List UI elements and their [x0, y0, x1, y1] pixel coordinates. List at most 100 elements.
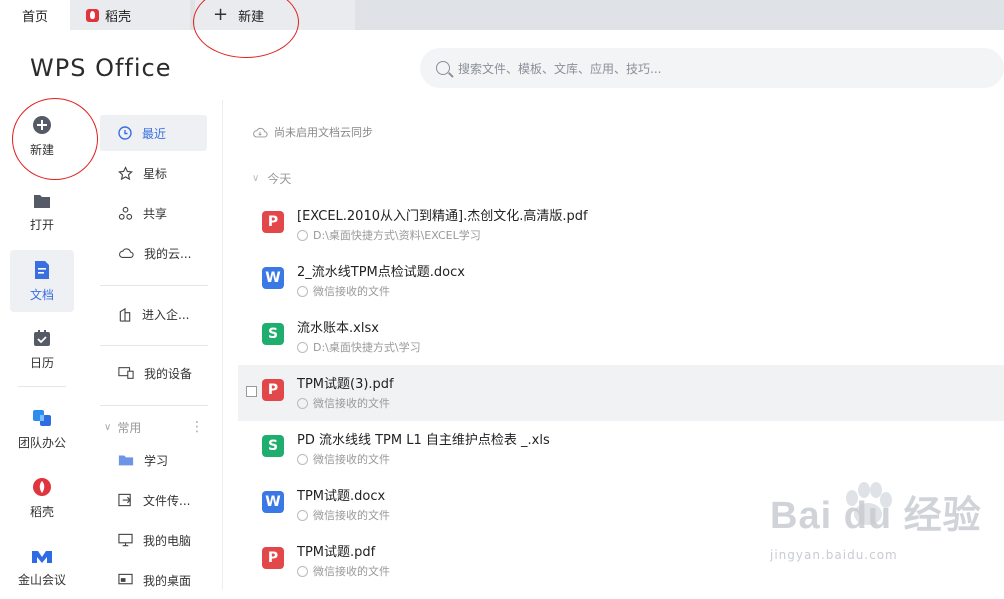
leftbar-docs[interactable]: 文档 — [10, 250, 74, 312]
file-path: 微信接收的文件 — [297, 395, 390, 411]
subnav-divider — [100, 405, 208, 406]
daoke-icon — [86, 8, 99, 22]
subnav-starred[interactable]: 星标 — [100, 155, 207, 191]
cloud-status-icon — [297, 509, 308, 521]
annotation-circle — [193, 0, 299, 58]
cloud-icon — [119, 248, 134, 258]
file-row[interactable]: P TPM试题(3).pdf 微信接收的文件 — [238, 365, 1004, 421]
file-row[interactable]: S PD 流水线线 TPM L1 自主维护点检表 _.xls 微信接收的文件 — [238, 421, 1004, 477]
leftbar-team-label: 团队办公 — [17, 435, 66, 450]
pdf-file-icon: P — [262, 547, 284, 569]
file-path: D:\桌面快捷方式\学习 — [297, 339, 421, 355]
file-row[interactable]: W 2_流水线TPM点检试题.docx 微信接收的文件 — [238, 253, 1004, 309]
team-icon — [33, 409, 51, 426]
subnav-common-label: 文件传... — [143, 493, 191, 508]
file-name: PD 流水线线 TPM L1 自主维护点检表 _.xls — [297, 433, 550, 448]
file-path-text: 微信接收的文件 — [313, 509, 390, 522]
subnav-common-label: 我的电脑 — [143, 533, 192, 548]
cloud-status-icon — [297, 453, 308, 465]
folder-icon — [34, 194, 50, 208]
chevron-down-icon: ∨ — [252, 173, 260, 184]
file-row[interactable]: P [EXCEL.2010从入门到精通].杰创文化.高清版.pdf D:\桌面快捷方… — [238, 197, 1004, 253]
file-path: 微信接收的文件 — [297, 507, 390, 523]
daoke-icon — [33, 477, 51, 496]
word-file-icon: W — [262, 267, 284, 289]
file-path: 微信接收的文件 — [297, 563, 390, 579]
subnav-common-transfer[interactable]: 文件传... — [100, 482, 207, 518]
leftbar-docs-label: 文档 — [29, 287, 54, 302]
watermark-url: jingyan.baidu.com — [770, 548, 898, 562]
pdf-file-icon: P — [262, 211, 284, 233]
cloud-sync-icon — [253, 127, 268, 137]
leftbar-team[interactable]: 团队办公 — [10, 398, 74, 460]
file-path-text: 微信接收的文件 — [313, 397, 390, 410]
tab-daoke[interactable]: 稻壳 — [70, 0, 190, 30]
sync-notice-label: 尚未启用文档云同步 — [274, 126, 373, 139]
subnav-shared-label: 共享 — [143, 206, 168, 221]
file-path-text: D:\桌面快捷方式\资料\EXCEL学习 — [313, 229, 481, 242]
pdf-file-icon: P — [262, 379, 284, 401]
file-path-text: D:\桌面快捷方式\学习 — [313, 341, 421, 354]
sheet-file-icon: S — [262, 435, 284, 457]
subnav-common-study[interactable]: 学习 — [100, 442, 207, 478]
sub-nav: 最近 星标 共享 我的云... 进入企... 我的设备 ∨ 常用 ⋮ 学习 文件… — [100, 115, 208, 590]
chevron-down-icon: ∨ — [104, 421, 112, 433]
meeting-icon — [32, 550, 52, 563]
subnav-common-label: 我的桌面 — [143, 573, 192, 588]
leftbar-daoke[interactable]: 稻壳 — [10, 467, 74, 529]
subnav-my-cloud-label: 我的云... — [144, 246, 192, 261]
leftbar-daoke-label: 稻壳 — [29, 504, 54, 519]
leftbar-calendar[interactable]: 日历 — [10, 318, 74, 380]
subnav-my-devices[interactable]: 我的设备 — [100, 355, 207, 391]
file-path-text: 微信接收的文件 — [313, 565, 390, 578]
common-header[interactable]: ∨ 常用 ⋮ — [104, 415, 204, 439]
tab-bar: 首页 稻壳 + 新建 — [0, 0, 1004, 30]
subnav-enterprise-label: 进入企... — [142, 307, 190, 322]
word-file-icon: W — [262, 491, 284, 513]
tab-home-label: 首页 — [21, 9, 48, 25]
file-transfer-icon — [118, 493, 131, 507]
sync-notice[interactable]: 尚未启用文档云同步 — [252, 124, 373, 140]
share-icon — [118, 206, 133, 220]
building-icon — [119, 307, 131, 322]
star-icon — [118, 165, 133, 180]
cloud-status-icon — [297, 285, 308, 297]
more-icon[interactable]: ⋮ — [190, 419, 204, 435]
subnav-divider — [100, 285, 208, 286]
file-name: 2_流水线TPM点检试题.docx — [297, 265, 465, 280]
leftbar-meeting-label: 金山会议 — [17, 572, 66, 587]
tab-daoke-label: 稻壳 — [105, 9, 132, 25]
subnav-common-label: 学习 — [144, 453, 169, 468]
tab-home[interactable]: 首页 — [0, 0, 70, 30]
device-icon — [118, 367, 134, 379]
search-placeholder: 搜索文件、模板、文库、应用、技巧... — [458, 61, 662, 76]
subnav-common-my-desktop[interactable]: 我的桌面 — [100, 562, 207, 598]
subnav-recent-label: 最近 — [142, 126, 167, 141]
subnav-starred-label: 星标 — [143, 166, 168, 181]
search-bar[interactable]: 搜索文件、模板、文库、应用、技巧... — [420, 48, 1004, 88]
sheet-file-icon: S — [262, 323, 284, 345]
subnav-recent[interactable]: 最近 — [100, 115, 207, 151]
file-name: TPM试题.docx — [297, 489, 386, 504]
subnav-my-cloud[interactable]: 我的云... — [100, 235, 207, 271]
file-name: 流水账本.xlsx — [297, 321, 379, 336]
file-row[interactable]: S 流水账本.xlsx D:\桌面快捷方式\学习 — [238, 309, 1004, 365]
leftbar-open-label: 打开 — [29, 217, 54, 232]
subnav-common-my-computer[interactable]: 我的电脑 — [100, 522, 207, 558]
file-checkbox[interactable] — [246, 386, 257, 397]
watermark-brand: Bai du 经验 — [770, 495, 982, 537]
folder-icon — [118, 455, 134, 466]
leftbar-calendar-label: 日历 — [29, 355, 54, 370]
leftbar-open[interactable]: 打开 — [10, 181, 74, 243]
subnav-enterprise[interactable]: 进入企... — [100, 296, 207, 332]
file-path-text: 微信接收的文件 — [313, 285, 390, 298]
annotation-circle — [12, 98, 98, 180]
cloud-status-icon — [297, 565, 308, 577]
common-header-label: 常用 — [117, 420, 142, 435]
content-divider — [222, 100, 223, 590]
group-today[interactable]: ∨ 今天 — [252, 170, 291, 187]
file-name: TPM试题.pdf — [297, 545, 376, 560]
subnav-shared[interactable]: 共享 — [100, 195, 207, 231]
file-path: 微信接收的文件 — [297, 451, 390, 467]
clock-icon — [118, 126, 132, 140]
